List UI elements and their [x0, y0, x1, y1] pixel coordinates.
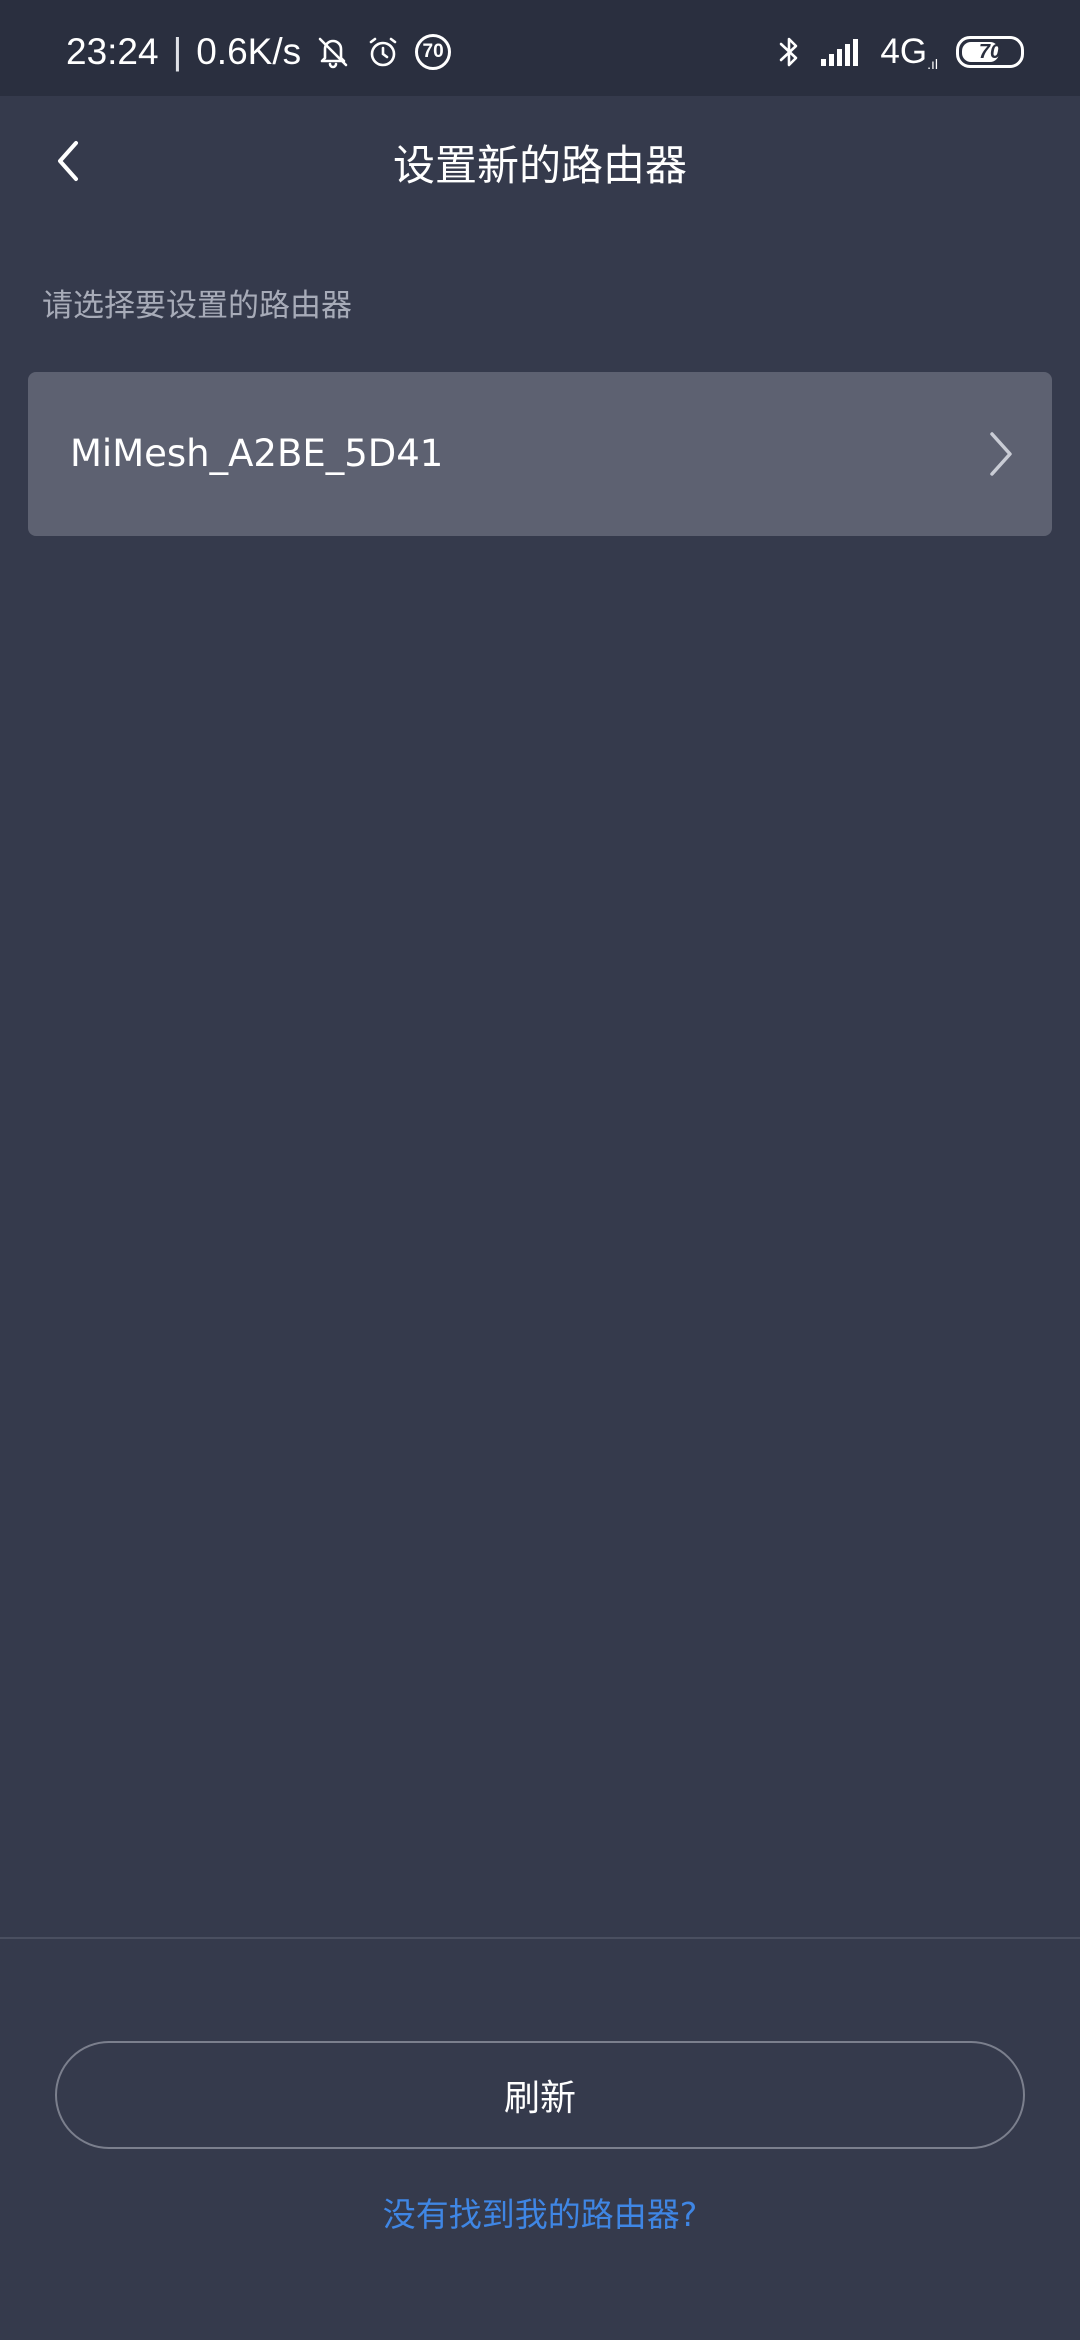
status-bar-right: 4G.ıl 70: [776, 0, 1024, 104]
footer-divider: [0, 1937, 1080, 1939]
chevron-right-icon: [990, 432, 1012, 476]
refresh-button[interactable]: 刷新: [55, 2041, 1025, 2149]
alarm-icon: [365, 34, 401, 70]
status-time: 23:24: [66, 31, 159, 72]
network-activity: .ıl: [927, 56, 938, 72]
battery-level: 70: [978, 40, 1002, 63]
status-bar-left: 23:24 | 0.6K/s 70: [66, 0, 452, 104]
bluetooth-icon: [776, 34, 802, 70]
router-not-found-link[interactable]: 没有找到我的路由器?: [0, 2188, 1080, 2236]
badge-70-icon: 70: [415, 34, 452, 70]
status-net-speed: 0.6K/s: [196, 31, 302, 72]
signal-icon: [820, 37, 862, 67]
status-separator: |: [172, 31, 183, 72]
page-title: 设置新的路由器: [392, 141, 687, 190]
router-name: MiMesh_A2BE_5D41: [70, 432, 444, 475]
header: 设置新的路由器: [0, 96, 1080, 236]
router-list-item[interactable]: MiMesh_A2BE_5D41: [28, 372, 1052, 536]
mute-bell-icon: [315, 34, 351, 70]
status-bar: 23:24 | 0.6K/s 70 4G.ıl 70: [0, 0, 1080, 96]
battery-icon: 70: [956, 36, 1024, 68]
network-type: 4G.ıl: [880, 32, 938, 72]
select-router-hint: 请选择要设置的路由器: [42, 288, 352, 324]
